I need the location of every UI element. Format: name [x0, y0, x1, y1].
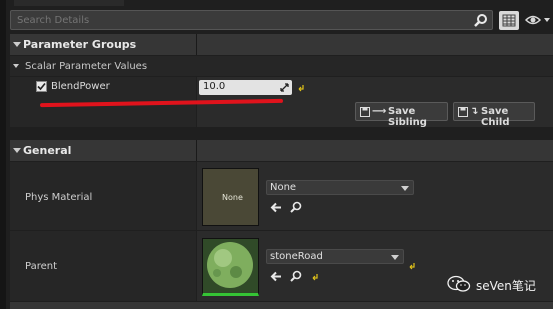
reset-arrow-icon[interactable]	[297, 84, 305, 92]
parent-material-thumbnail[interactable]	[202, 238, 259, 296]
view-options-button[interactable]	[499, 11, 519, 30]
save-icon	[458, 107, 468, 117]
save-sibling-button[interactable]: ⟶ Save Sibling	[355, 102, 448, 128]
dropdown-value: None	[270, 182, 297, 193]
subsection-title: Scalar Parameter Values	[25, 61, 148, 72]
grid-view-icon	[502, 14, 516, 27]
property-label: Parent	[25, 261, 58, 272]
collapse-arrow-icon[interactable]	[13, 42, 21, 47]
eye-icon[interactable]	[525, 13, 551, 27]
search-input[interactable]	[11, 11, 466, 29]
arrow-right-icon: ⟶	[372, 106, 387, 117]
phys-material-thumbnail[interactable]: None	[202, 168, 259, 226]
thumbnail-text: None	[222, 193, 243, 202]
save-child-label: Save Child	[481, 106, 510, 128]
column-divider	[196, 140, 197, 161]
next-section-header	[10, 302, 553, 309]
section-title: General	[23, 144, 72, 157]
browse-magnifier-icon[interactable]	[290, 201, 302, 213]
checkmark-icon	[37, 82, 46, 91]
column-divider	[196, 34, 197, 55]
left-edge	[0, 0, 6, 309]
search-bar	[10, 10, 493, 30]
collapse-arrow-icon[interactable]	[13, 64, 19, 68]
save-icon	[360, 107, 370, 117]
chevron-down-icon	[401, 186, 409, 191]
save-child-button[interactable]: ↴ Save Child	[453, 102, 535, 128]
chevron-down-icon	[391, 255, 399, 260]
expand-arrows-icon	[280, 83, 289, 92]
arrow-left-icon[interactable]	[270, 271, 282, 282]
parent-dropdown[interactable]: stoneRoad	[266, 249, 404, 264]
param-name: BlendPower	[51, 81, 110, 92]
reset-arrow-icon[interactable]	[311, 273, 319, 281]
blendpower-checkbox[interactable]	[36, 81, 47, 92]
general-header[interactable]	[10, 140, 553, 161]
top-tab-edge	[14, 0, 124, 6]
material-sphere-preview	[203, 239, 258, 292]
save-sibling-label: Save Sibling	[388, 106, 427, 128]
reset-arrow-icon[interactable]	[408, 262, 416, 270]
section-title: Parameter Groups	[23, 38, 137, 51]
watermark-text: seVen笔记	[476, 279, 536, 293]
search-icon[interactable]	[474, 13, 488, 27]
arrow-down-icon: ↴	[470, 106, 479, 117]
param-value: 10.0	[203, 81, 226, 92]
collapse-arrow-icon[interactable]	[13, 148, 21, 153]
browse-magnifier-icon[interactable]	[290, 270, 302, 282]
wechat-icon	[447, 275, 471, 292]
dropdown-value: stoneRoad	[270, 251, 323, 262]
property-label: Phys Material	[25, 192, 93, 203]
arrow-left-icon[interactable]	[270, 202, 282, 213]
phys-material-dropdown[interactable]: None	[266, 180, 414, 195]
